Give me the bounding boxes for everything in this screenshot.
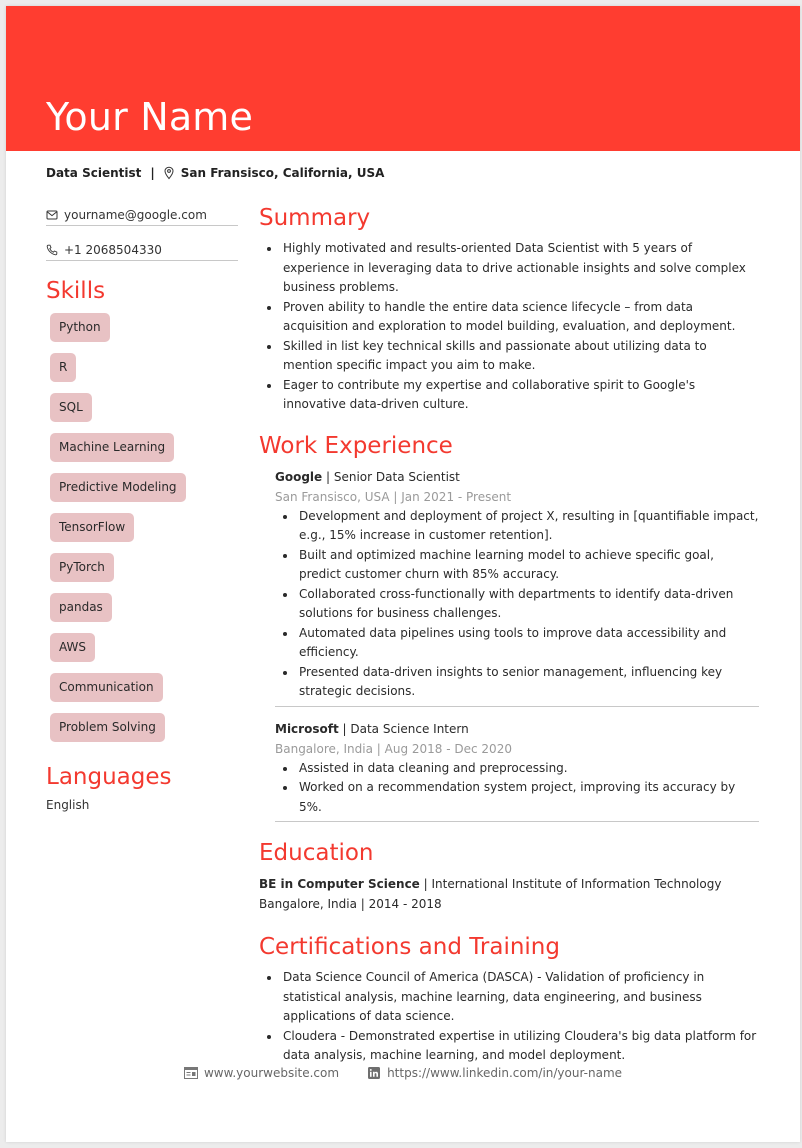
- website-link[interactable]: www.yourwebsite.com: [204, 1066, 339, 1080]
- footer: www.yourwebsite.com https://www.linkedin…: [6, 1066, 800, 1080]
- skill-chip: AWS: [50, 633, 96, 662]
- summary-item: Eager to contribute my expertise and col…: [259, 376, 759, 415]
- summary-item: Proven ability to handle the entire data…: [259, 298, 759, 337]
- skill-chip: PyTorch: [50, 553, 114, 582]
- work-experience-heading: Work Experience: [259, 432, 453, 459]
- job-divider: [275, 821, 759, 822]
- education-section: Education BE in Computer Science | Inter…: [259, 838, 759, 914]
- linkedin-icon: [368, 1067, 381, 1079]
- separator: |: [150, 166, 155, 180]
- job-header: Google | Senior Data Scientist: [275, 467, 759, 487]
- skills-list: Python R SQL Machine Learning Predictive…: [46, 313, 238, 742]
- job-role: | Senior Data Scientist: [322, 469, 460, 484]
- job-entry: Microsoft | Data Science Intern Bangalor…: [275, 719, 759, 822]
- job-bullet: Collaborated cross-functionally with dep…: [275, 585, 759, 624]
- job-meta: Bangalore, India | Aug 2018 - Dec 2020: [275, 741, 512, 756]
- email-link[interactable]: yourname@google.com: [64, 208, 207, 222]
- job-title: Data Scientist: [46, 166, 142, 180]
- skill-chip: R: [50, 353, 77, 382]
- company-name: Google: [275, 469, 323, 484]
- header-banner: Your Name: [6, 6, 800, 151]
- skill-chip: SQL: [50, 393, 92, 422]
- job-entry: Google | Senior Data Scientist San Frans…: [275, 467, 759, 707]
- headline-row: Data Scientist | San Fransisco, Californ…: [46, 166, 384, 180]
- summary-section: Summary Highly motivated and results-ori…: [259, 203, 759, 415]
- resume-page: Your Name Data Scientist | San Fransisco…: [6, 6, 800, 1142]
- skill-chip: pandas: [50, 593, 112, 622]
- work-experience-section: Work Experience Google | Senior Data Sci…: [259, 431, 759, 822]
- skills-heading: Skills: [46, 278, 106, 304]
- mail-icon: [46, 210, 58, 219]
- summary-heading: Summary: [259, 205, 371, 231]
- institution: | International Institute of Information…: [419, 877, 722, 891]
- job-bullet: Automated data pipelines using tools to …: [275, 624, 759, 663]
- job-bullet: Worked on a recommendation system projec…: [275, 778, 759, 817]
- linkedin-link[interactable]: https://www.linkedin.com/in/your-name: [387, 1066, 622, 1080]
- website-icon: [183, 1067, 198, 1079]
- linkedin-item: https://www.linkedin.com/in/your-name: [367, 1066, 622, 1080]
- education-meta: Bangalore, India | 2014 - 2018: [259, 897, 442, 911]
- certification-item: Data Science Council of America (DASCA) …: [259, 968, 759, 1027]
- skill-chip: Machine Learning: [50, 433, 175, 462]
- phone-icon: [46, 244, 58, 255]
- skill-chip: Communication: [50, 673, 163, 702]
- degree: BE in Computer Science: [259, 877, 420, 891]
- job-header: Microsoft | Data Science Intern: [275, 719, 759, 739]
- candidate-name: Your Name: [46, 95, 254, 139]
- job-bullet: Built and optimized machine learning mod…: [275, 546, 759, 585]
- education-degree-line: BE in Computer Science | International I…: [259, 874, 759, 894]
- location-pin-icon: [164, 166, 174, 180]
- summary-list: Highly motivated and results-oriented Da…: [259, 239, 759, 415]
- job-divider: [275, 705, 759, 707]
- job-bullets: Development and deployment of project X,…: [275, 507, 759, 702]
- job-bullets: Assisted in data cleaning and preprocess…: [275, 759, 759, 818]
- sidebar: yourname@google.com +1 2068504330 Skills…: [46, 202, 238, 812]
- phone-row: +1 2068504330: [46, 237, 238, 261]
- skill-chip: Python: [50, 313, 110, 342]
- certification-item: Cloudera - Demonstrated expertise in uti…: [259, 1027, 759, 1066]
- skill-chip: Predictive Modeling: [50, 473, 186, 502]
- email-row: yourname@google.com: [46, 202, 238, 226]
- summary-item: Highly motivated and results-oriented Da…: [259, 239, 759, 298]
- job-bullet: Development and deployment of project X,…: [275, 507, 759, 546]
- certifications-section: Certifications and Training Data Science…: [259, 932, 759, 1066]
- job-bullet: Presented data-driven insights to senior…: [275, 663, 759, 702]
- skill-chip: Problem Solving: [50, 713, 165, 742]
- job-bullet: Assisted in data cleaning and preprocess…: [275, 759, 759, 779]
- phone-number[interactable]: +1 2068504330: [64, 243, 162, 257]
- summary-item: Skilled in list key technical skills and…: [259, 337, 759, 376]
- job-meta: San Fransisco, USA | Jan 2021 - Present: [275, 489, 512, 504]
- location: San Fransisco, California, USA: [180, 166, 385, 180]
- language-item: English: [46, 798, 90, 812]
- main-content: Summary Highly motivated and results-ori…: [259, 203, 759, 1066]
- languages-heading: Languages: [46, 764, 172, 790]
- skill-chip: TensorFlow: [50, 513, 135, 542]
- education-heading: Education: [259, 840, 374, 866]
- certifications-list: Data Science Council of America (DASCA) …: [259, 968, 759, 1066]
- website-item: www.yourwebsite.com: [183, 1066, 339, 1080]
- company-name: Microsoft: [275, 721, 339, 736]
- certifications-heading: Certifications and Training: [259, 934, 560, 960]
- job-role: | Data Science Intern: [338, 721, 469, 736]
